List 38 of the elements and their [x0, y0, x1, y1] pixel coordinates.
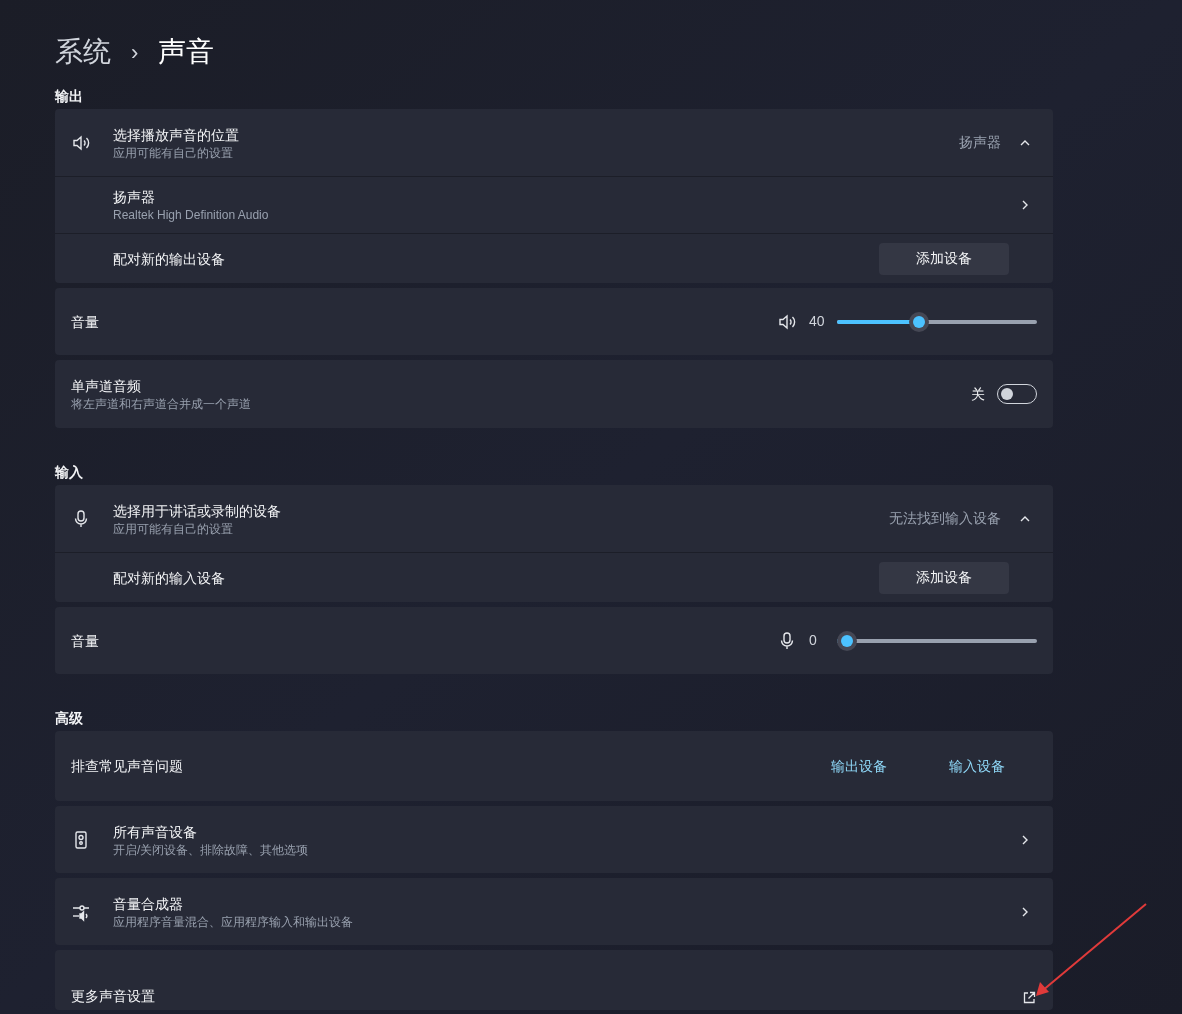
breadcrumb-parent[interactable]: 系统 [55, 31, 111, 73]
section-heading: 输入 [55, 463, 84, 482]
external-link-icon[interactable] [1021, 990, 1037, 1006]
row-subtitle: 应用程序音量混合、应用程序输入和输出设备 [113, 913, 353, 930]
link[interactable]: 输入设备 [949, 755, 1005, 777]
breadcrumb-separator: › [131, 38, 139, 67]
row-title: 排查常见声音问题 [71, 757, 183, 776]
section-heading: 输出 [55, 87, 84, 106]
row-subtitle: 应用可能有自己的设置 [113, 144, 234, 161]
volume-reading: 0 [809, 631, 818, 650]
row-title: 单声道音频 [71, 377, 142, 396]
row-title: 配对新的输入设备 [113, 568, 225, 588]
link[interactable]: 输出设备 [831, 755, 887, 777]
page-title: 声音 [158, 35, 215, 69]
slider-thumb[interactable] [837, 630, 857, 651]
row-title: 音量 [71, 631, 99, 651]
row-title: 音量合成器 [113, 894, 184, 914]
selected-device-label: 扬声器 [959, 133, 1001, 152]
row-title: 扬声器 [113, 188, 156, 207]
toggle-state-label: 关 [971, 384, 985, 404]
row-title: 更多声音设置 [71, 987, 155, 1006]
slider-thumb[interactable] [909, 311, 929, 332]
row-title: 所有声音设备 [113, 822, 198, 842]
row-subtitle: 应用可能有自己的设置 [113, 520, 234, 537]
row-title: 选择播放声音的位置 [113, 125, 239, 145]
selected-device-label: 无法找到输入设备 [889, 509, 1001, 528]
add-device-button[interactable]: 添加设备 [879, 242, 1009, 275]
volume-reading: 40 [809, 312, 825, 331]
row-title: 选择用于讲话或录制的设备 [113, 501, 281, 521]
row-subtitle: 开启/关闭设备、排除故障、其他选项 [113, 841, 309, 858]
volume-slider[interactable] [837, 311, 1037, 332]
row-title: 配对新的输出设备 [113, 249, 225, 269]
section-heading: 高级 [55, 709, 84, 728]
row-title: 音量 [71, 312, 99, 332]
row-subtitle: Realtek High Definition Audio [113, 207, 269, 223]
add-device-button[interactable]: 添加设备 [879, 561, 1009, 594]
volume-slider[interactable] [837, 630, 1037, 651]
row-subtitle: 将左声道和右声道合并成一个声道 [71, 396, 251, 412]
